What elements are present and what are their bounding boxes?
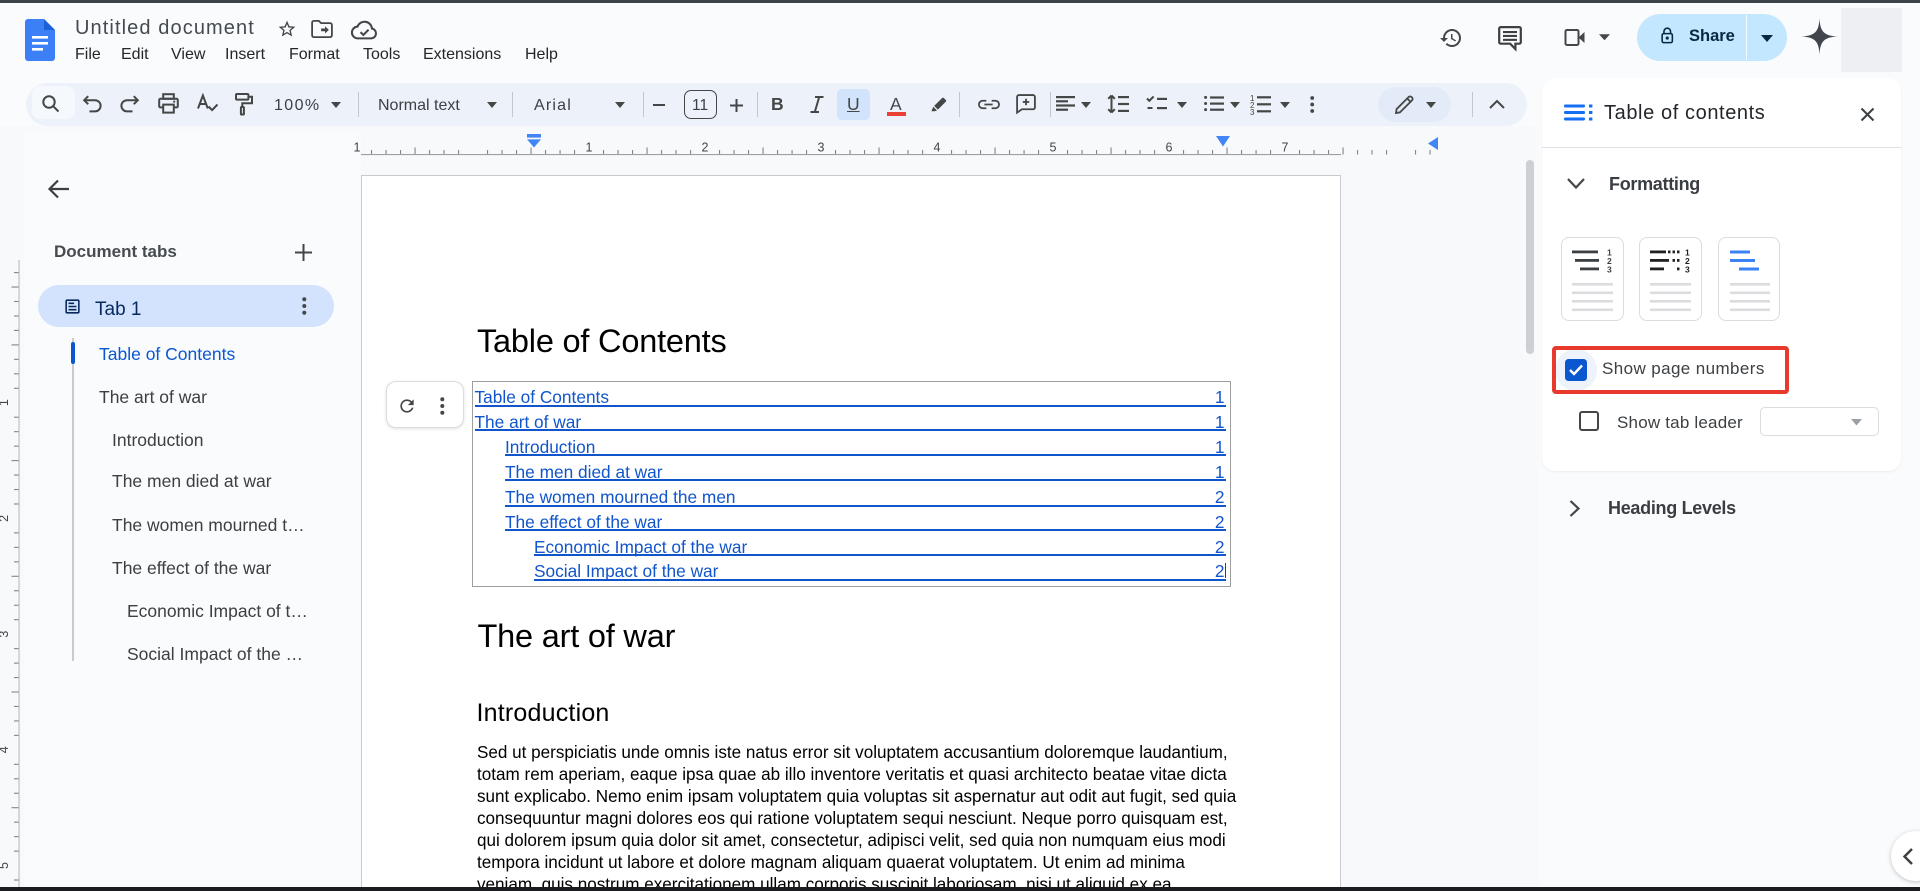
svg-text:4: 4 xyxy=(934,141,941,155)
svg-text:4: 4 xyxy=(0,746,11,753)
svg-text:3: 3 xyxy=(1250,108,1255,117)
svg-text:7: 7 xyxy=(1282,141,1289,155)
svg-text:1: 1 xyxy=(0,399,11,406)
svg-text:2: 2 xyxy=(702,141,709,155)
svg-text:3: 3 xyxy=(1685,265,1690,275)
svg-text:3: 3 xyxy=(1607,265,1612,275)
svg-text:5: 5 xyxy=(0,862,11,869)
svg-text:3: 3 xyxy=(818,141,825,155)
svg-text:5: 5 xyxy=(1050,141,1057,155)
svg-text:3: 3 xyxy=(0,631,11,638)
svg-text:2: 2 xyxy=(0,515,11,522)
svg-text:6: 6 xyxy=(1166,141,1173,155)
svg-text:1: 1 xyxy=(354,141,361,155)
svg-text:1: 1 xyxy=(586,141,593,155)
